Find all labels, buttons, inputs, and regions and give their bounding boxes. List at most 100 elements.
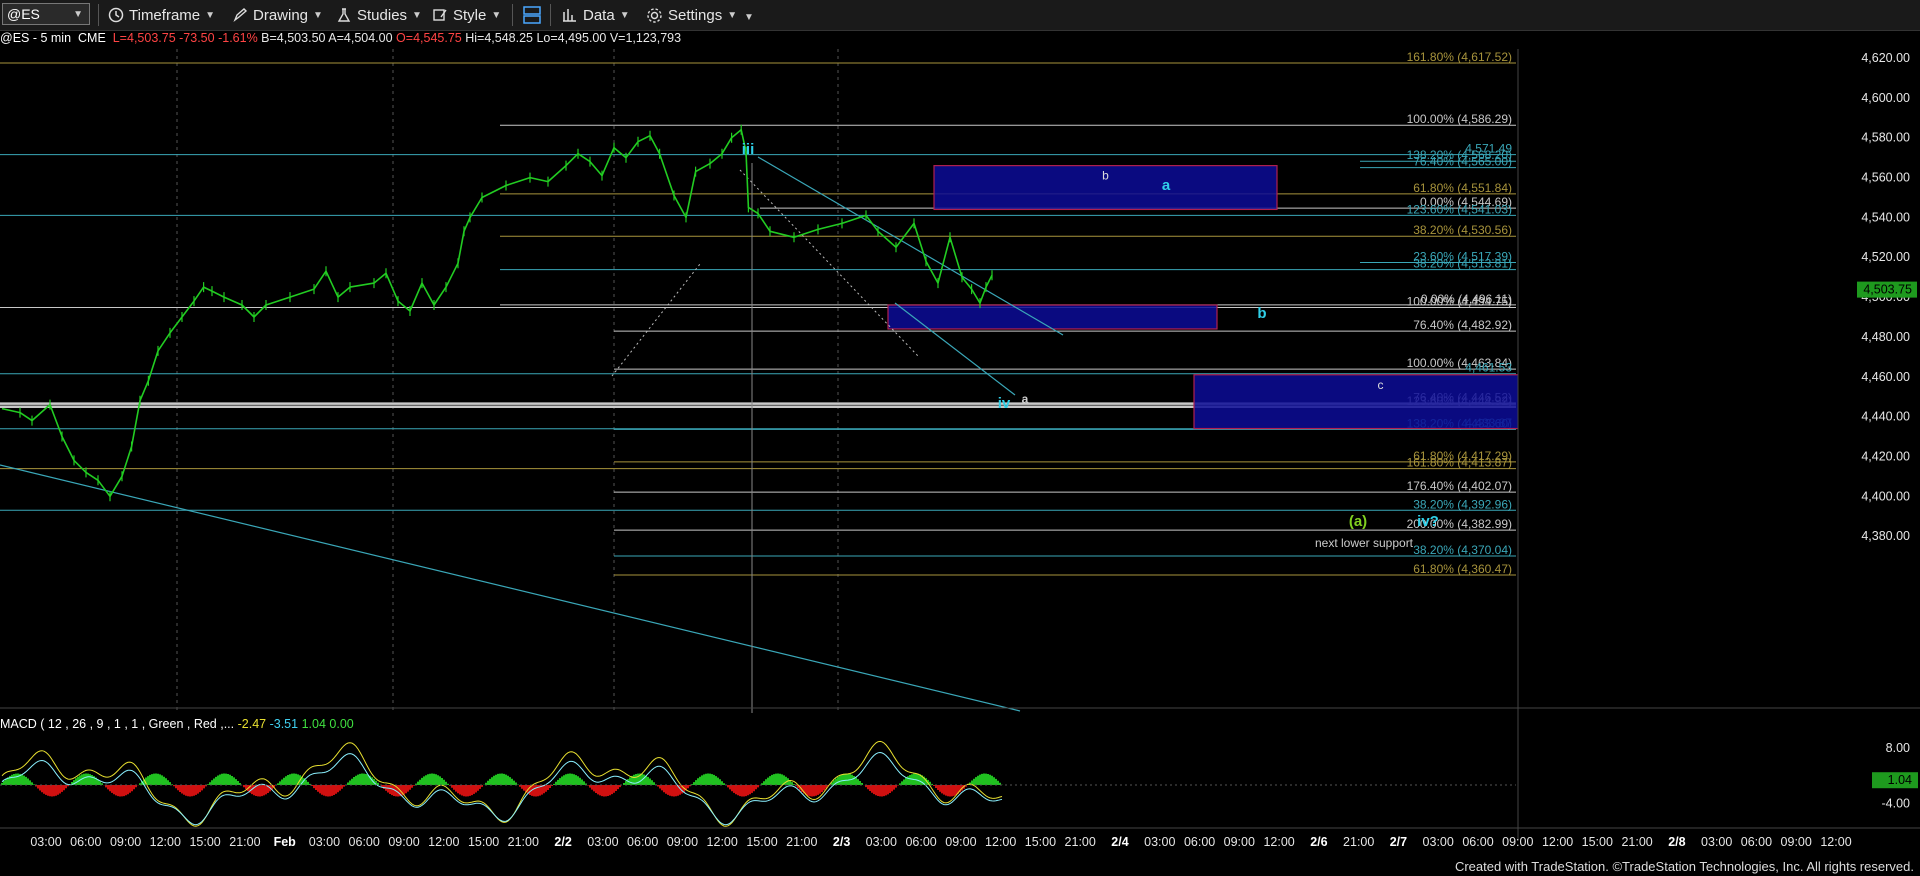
settings-label: Settings [668,6,723,24]
chevron-down-icon: ▼ [619,9,630,21]
time-tick-label: 09:00 [667,835,698,846]
exchange: CME [78,31,106,45]
chevron-down-icon: ▼ [205,9,216,21]
ask: A=4,504.00 [328,31,393,45]
pencil-icon [233,8,248,23]
chevron-down-icon: ▼ [412,9,422,21]
price-tick-label: 4,440.00 [1861,410,1910,424]
time-tick-label: 09:00 [945,835,976,846]
time-tick-label: 06:00 [1184,835,1215,846]
clock-icon [108,7,124,23]
time-tick-label: 06:00 [1462,835,1493,846]
price-series [1,124,993,502]
time-tick-label: 21:00 [1065,835,1096,846]
wave-label: (a) [1349,513,1367,530]
chart-grid [176,49,839,710]
copyright-footer: Created with TradeStation. ©TradeStation… [1454,859,1914,874]
price-tick-label: 4,540.00 [1861,210,1910,224]
fib-level-label: 76.40% (4,482.92) [1413,318,1512,332]
trendlines [0,156,1064,713]
toolbar: @ES ▼ Timeframe ▼ Drawing ▼ Studies ▼ St… [0,0,1920,31]
macd-value-2: -3.51 [269,717,299,731]
time-tick-label: 2/4 [1111,835,1128,846]
time-tick-label: 09:00 [1502,835,1533,846]
time-tick-label: 09:00 [110,835,141,846]
time-tick-label: 03:00 [587,835,618,846]
time-tick-label: Feb [274,835,297,846]
price-tick-label: 4,520.00 [1861,250,1910,264]
time-tick-label: 06:00 [905,835,936,846]
price-tick-label: 4,420.00 [1861,449,1910,463]
symbol-input[interactable]: @ES ▼ [2,3,90,25]
fib-level-label: 76.40% (4,565.00) [1413,155,1512,169]
gear-icon [647,7,662,23]
separator [550,4,551,26]
time-tick-label: 15:00 [189,835,220,846]
price-axis: 4,620.00 4,600.00 4,580.00 4,560.00 4,540.00… [1517,49,1920,839]
time-tick-label: 2/8 [1668,835,1685,846]
price-axis-bg [1518,49,1920,739]
time-tick-label: 03:00 [866,835,897,846]
time-tick-label: 03:00 [30,835,61,846]
data-label: Data [583,6,615,24]
time-tick-label: 2/3 [833,835,850,846]
time-tick-label: 06:00 [349,835,380,846]
style-icon [433,9,447,21]
low: Lo=4,495.00 [536,31,607,45]
time-tick-label: 15:00 [746,835,777,846]
chevron-down-icon: ▼ [73,8,83,20]
time-tick-label: 12:00 [1820,835,1851,846]
chevron-down-icon: ▼ [491,9,502,21]
time-tick-label: 21:00 [229,835,260,846]
macd-signal-line [1,751,1003,826]
quote-info-bar: @ES - 5 min CME L=4,503.75 -73.50 -1.61%… [0,31,681,49]
fib-level-label: 4,461.53 [1465,361,1512,375]
style-button[interactable]: Style ▼ [432,4,501,26]
time-axis: 03:00 06:00 09:00 12:00 15:00 21:00 Feb 03:00 06… [0,827,1920,846]
time-tick-label: 03:00 [1423,835,1454,846]
fib-level-label: 61.80% (4,551.84) [1413,181,1512,195]
overflow-chevron-icon[interactable]: ▼ [744,12,754,23]
time-tick-label: 12:00 [707,835,738,846]
time-tick-label: 15:00 [468,835,499,846]
layout-button[interactable] [522,4,542,26]
macd-title: MACD ( 12 , 26 , 9 , 1 , 1 , Green , Red… [0,717,235,731]
time-tick-label: 2/2 [554,835,571,846]
long-trendline [0,464,1021,712]
time-tick-label: 21:00 [1621,835,1652,846]
flask-icon [337,8,351,22]
studies-label: Studies [357,6,408,24]
settings-button[interactable]: Settings ▼ [646,4,737,26]
macd-histogram-negative [35,785,967,797]
fib-level-label: 100.00% (4,586.29) [1407,112,1512,126]
current-price-label: 4,503.75 [1863,283,1912,297]
window-layout-icon [523,6,541,24]
separator [512,4,513,26]
high: Hi=4,548.25 [465,31,533,45]
wave-label: iv [998,395,1011,412]
dotted-fib-line [611,263,701,377]
style-label: Style [453,6,487,24]
bid: B=4,503.50 [261,31,326,45]
studies-button[interactable]: Studies ▼ [336,4,422,26]
price-tick-label: 4,600.00 [1861,91,1910,105]
fib-level-label: 38.20% (4,513.81) [1413,257,1512,271]
time-tick-label: 12:00 [985,835,1016,846]
time-tick-label: 15:00 [1025,835,1056,846]
price-bar-ranges [19,124,993,502]
time-tick-label: 12:00 [1542,835,1573,846]
timeframe-button[interactable]: Timeframe ▼ [108,4,215,26]
drawing-button[interactable]: Drawing ▼ [232,4,323,26]
fib-level-label: 161.80% (4,413.87) [1407,456,1512,470]
time-tick-label: 09:00 [388,835,419,846]
drawing-label: Drawing [253,6,309,24]
macd-value-4: 0.00 [329,717,354,731]
bar-chart-icon [563,9,576,22]
time-tick-label: 12:00 [428,835,459,846]
timeframe-label: Timeframe [129,6,201,24]
macd-value-3: 1.04 [301,717,326,731]
time-tick-label: 06:00 [1741,835,1772,846]
chevron-down-icon: ▼ [727,9,738,21]
time-tick-label: 03:00 [1144,835,1175,846]
data-button[interactable]: Data ▼ [562,4,630,26]
